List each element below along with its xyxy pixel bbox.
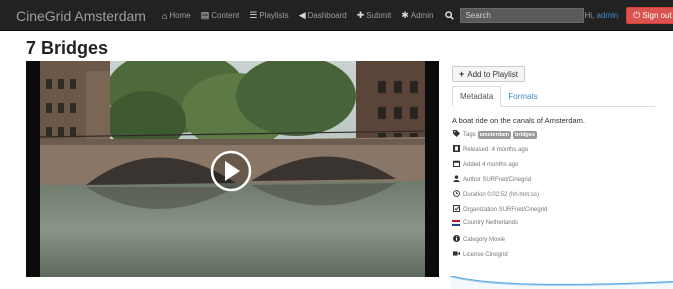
license-text: License Cinegrid <box>463 251 508 258</box>
nav-playlists[interactable]: ☰ Playlists <box>249 10 288 21</box>
nav-home[interactable]: ⌂ Home <box>162 11 191 21</box>
user-icon <box>452 175 460 184</box>
author-text: Author SURFnet/Cinegrid <box>463 176 532 183</box>
content-icon: ▤ <box>200 10 210 20</box>
top-navbar: CineGrid Amsterdam ⌂ Home ▤ Content ☰ Pl… <box>0 0 673 31</box>
decorative-curve <box>449 276 673 289</box>
username-link[interactable]: admin <box>596 11 618 20</box>
nav-admin-label: Admin <box>410 11 434 20</box>
user-greeting: Hi, admin <box>584 11 618 20</box>
license-row: License Cinegrid <box>452 250 655 259</box>
organization-text: Organization SURFnet/Cinegrid <box>463 206 548 213</box>
metadata-sidebar: + Add to Playlist Metadata Formats A boa… <box>452 64 655 258</box>
organization-row: Organization SURFnet/Cinegrid <box>452 204 655 214</box>
nav-playlists-label: Playlists <box>259 11 289 20</box>
gear-icon: ✱ <box>401 10 409 20</box>
check-square-icon <box>452 204 460 214</box>
country-text: Country Netherlands <box>463 220 519 226</box>
detail-tabs: Metadata Formats <box>452 86 655 107</box>
calendar-icon <box>452 160 460 169</box>
nav-home-label: Home <box>169 11 191 20</box>
dashboard-icon: ◀ <box>298 10 306 20</box>
sign-out-button[interactable]: ⏻ Sign out <box>626 7 673 24</box>
plus-icon: ✚ <box>356 10 365 20</box>
tags-label: Tags <box>463 131 476 138</box>
nav-submit[interactable]: ✚ Submit <box>357 10 391 21</box>
power-icon: ⏻ <box>633 10 641 20</box>
nav-dashboard-label: Dashboard <box>307 11 347 20</box>
film-icon <box>452 145 460 154</box>
added-text: Added 4 months ago <box>463 161 519 168</box>
nav-content-label: Content <box>211 11 240 20</box>
tab-metadata[interactable]: Metadata <box>452 86 502 107</box>
tag-icon <box>452 130 460 139</box>
info-icon <box>452 235 460 244</box>
category-row: Category Movie <box>452 235 655 244</box>
greeting-text: Hi, <box>584 11 595 20</box>
duration-row: Duration 0:02:52 (hh:mm:ss) <box>452 190 655 199</box>
video-player[interactable] <box>26 61 439 277</box>
netherlands-flag-icon <box>452 220 460 226</box>
clock-icon <box>452 190 460 199</box>
video-frame <box>26 61 439 277</box>
search-form <box>445 8 585 23</box>
added-row: Added 4 months ago <box>452 160 655 169</box>
home-icon: ⌂ <box>161 10 168 21</box>
nav-admin[interactable]: ✱ Admin <box>401 10 433 21</box>
nav-content[interactable]: ▤ Content <box>201 10 240 21</box>
tab-formats[interactable]: Formats <box>501 86 544 107</box>
nav-dashboard[interactable]: ◀ Dashboard <box>299 10 347 21</box>
tags-row: Tags amsterdam bridges <box>452 130 655 139</box>
add-to-playlist-button[interactable]: + Add to Playlist <box>452 66 525 82</box>
released-row: Released: 4 months ago <box>452 145 655 154</box>
search-input[interactable] <box>460 8 585 23</box>
author-row: Author SURFnet/Cinegrid <box>452 175 655 184</box>
sign-out-label: Sign out <box>642 11 672 20</box>
search-icon <box>445 11 455 20</box>
tag-badge[interactable]: bridges <box>513 130 537 139</box>
category-text: Category Movie <box>463 236 506 243</box>
country-row: Country Netherlands <box>452 220 655 226</box>
page-title: 7 Bridges <box>26 38 109 58</box>
brand-link[interactable]: CineGrid Amsterdam <box>16 8 146 24</box>
plus-icon: + <box>459 69 465 79</box>
video-description: A boat ride on the canals of Amsterdam. <box>452 116 585 125</box>
tag-badge[interactable]: amsterdam <box>477 130 512 139</box>
released-text: Released: 4 months ago <box>463 146 529 153</box>
video-camera-icon <box>452 250 460 259</box>
nav-submit-label: Submit <box>366 11 392 20</box>
add-to-playlist-label: Add to Playlist <box>467 69 518 79</box>
duration-text: Duration 0:02:52 (hh:mm:ss) <box>463 191 540 198</box>
playlists-icon: ☰ <box>249 10 258 20</box>
